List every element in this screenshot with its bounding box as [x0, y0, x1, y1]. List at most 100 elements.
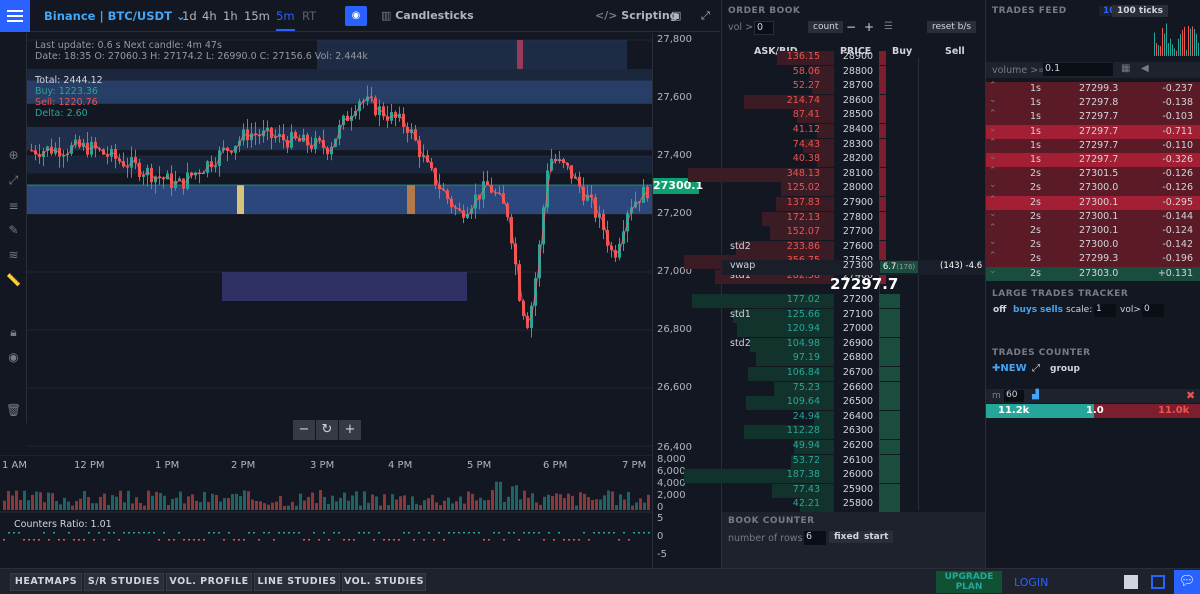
price-chart[interactable] — [27, 33, 652, 453]
ask-price: 27600 — [842, 240, 874, 252]
vol-filter-input[interactable]: 0 — [754, 21, 774, 35]
trades-counter-title: TRADES COUNTER — [992, 348, 1091, 358]
ratio-dot — [388, 539, 390, 541]
zoom-in-button[interactable]: + — [339, 420, 361, 440]
ratio-dot — [438, 532, 440, 534]
rows-input[interactable]: 6 — [804, 531, 826, 545]
ask-edge — [879, 211, 886, 226]
tf-4h[interactable]: 4h — [202, 9, 217, 23]
ratio-dot — [368, 532, 370, 534]
zoom-reset-button[interactable]: ↻ — [316, 420, 338, 440]
fullscreen-icon[interactable]: ⤢ — [701, 9, 710, 23]
x-tick: 7 PM — [622, 460, 647, 471]
large-sells[interactable]: sells — [1040, 305, 1063, 315]
spark-bar — [1154, 32, 1155, 56]
ratio-dot — [258, 539, 260, 541]
calculator-icon[interactable]: ▦ — [1121, 63, 1130, 74]
light-theme-icon[interactable] — [1124, 575, 1138, 589]
brush-icon[interactable]: ✎ — [6, 223, 21, 237]
trade-price: 27300.0 — [1079, 239, 1119, 251]
start-button[interactable]: start — [859, 531, 894, 543]
visibility-icon[interactable]: ◉ — [6, 350, 21, 364]
ratio-dot — [78, 539, 80, 541]
menu-icon[interactable] — [0, 0, 30, 32]
reset-bs-button[interactable]: reset b/s — [927, 21, 977, 33]
volume-bar — [203, 491, 206, 510]
plus-icon[interactable]: + — [864, 20, 874, 34]
trade-time: 2s — [1030, 253, 1041, 265]
upgrade-plan-button[interactable]: UPGRADE PLAN — [936, 571, 1002, 593]
volume-bar — [411, 496, 414, 510]
chart-icon[interactable]: ▟ — [1032, 390, 1039, 400]
m-label: m — [992, 391, 1001, 401]
vwap-buy-count: (176) — [896, 263, 916, 271]
expand-icon[interactable]: ⤢ — [1032, 363, 1040, 374]
lock-icon[interactable]: 🔒︎ — [6, 325, 21, 339]
symbol-label: Binance | BTC/USDT — [44, 9, 172, 23]
pattern-icon[interactable]: ≋ — [6, 248, 21, 262]
tab-vol-profile[interactable]: VOL. PROFILE — [166, 573, 252, 591]
dark-theme-icon[interactable] — [1151, 575, 1165, 589]
ratio-dot — [463, 532, 465, 534]
ratio-dot — [573, 539, 575, 541]
chat-icon[interactable]: 💬︎ — [1174, 570, 1200, 594]
bid-price: 26000 — [842, 469, 874, 481]
volume-bar — [359, 505, 362, 510]
tab-vol-studies[interactable]: VOL. STUDIES — [342, 573, 426, 591]
login-link[interactable]: LOGIN — [1014, 576, 1048, 589]
scripting-button[interactable]: </> Scripting — [595, 9, 678, 22]
ratio-dot — [138, 532, 140, 534]
ruler-icon[interactable]: 📏 — [6, 273, 21, 287]
symbol-selector[interactable]: Binance | BTC/USDT ⌄ — [44, 9, 186, 23]
vol-input[interactable]: 0 — [1142, 304, 1164, 317]
ratio-dot — [553, 539, 555, 541]
ratio-dot — [243, 539, 245, 541]
minus-icon[interactable]: − — [846, 20, 856, 34]
large-buys[interactable]: buys — [1013, 305, 1037, 315]
volume-bar — [603, 495, 606, 510]
chart-type-selector[interactable]: ▥ Candlesticks — [381, 9, 474, 22]
trendline-icon[interactable]: ⤢ — [6, 173, 21, 187]
trade-price: 27301.5 — [1079, 168, 1119, 180]
trash-icon[interactable]: 🗑︎ — [6, 403, 21, 417]
ask-price: 28900 — [842, 51, 874, 62]
group-button[interactable]: group — [1050, 364, 1080, 374]
ratio-dot — [483, 539, 485, 541]
code-icon: </> — [595, 9, 622, 22]
tf-rt[interactable]: RT — [302, 9, 316, 23]
count-toggle[interactable]: count — [808, 21, 844, 33]
list-icon[interactable]: ☰ — [884, 21, 893, 32]
tab-line-studies[interactable]: LINE STUDIES — [254, 573, 340, 591]
tf-1h[interactable]: 1h — [223, 9, 238, 23]
tf-1d[interactable]: 1d — [182, 9, 197, 23]
collapse-icon[interactable]: ◀ — [1141, 63, 1149, 74]
volume-filter-input[interactable]: 0.1 — [1043, 63, 1113, 76]
down-chevron-icon: ⌄ — [989, 152, 997, 162]
m-input[interactable]: 60 — [1004, 390, 1024, 402]
scale-input[interactable]: 1 — [1094, 304, 1116, 317]
up-chevron-icon: ⌄ — [989, 265, 997, 276]
tf-15m[interactable]: 15m — [244, 9, 270, 23]
tab-heatmaps[interactable]: HEATMAPS — [10, 573, 82, 591]
ratio-dot — [408, 532, 410, 534]
tf-5m[interactable]: 5m — [276, 9, 295, 31]
bid-edge — [879, 469, 900, 484]
bid-size: 112.28 — [786, 425, 820, 437]
fib-icon[interactable]: ≡ — [6, 199, 21, 213]
ratio-dot — [28, 539, 30, 541]
spark-bar — [1160, 46, 1161, 56]
eye-icon[interactable]: ◉ — [345, 6, 367, 26]
ask-row: 172.13 27800 — [722, 211, 985, 227]
trade-row: ⌄ 1s 27297.7 -0.711 — [986, 124, 1200, 139]
close-icon[interactable]: ✖ — [1186, 389, 1195, 402]
chart-canvas[interactable] — [27, 33, 652, 453]
bid-price: 26100 — [842, 454, 874, 466]
ratio-dot — [308, 539, 310, 541]
large-off[interactable]: off — [993, 305, 1006, 315]
zoom-out-button[interactable]: − — [293, 420, 315, 440]
new-counter-button[interactable]: ✚NEW — [992, 363, 1027, 374]
tab-sr-studies[interactable]: S/R STUDIES — [84, 573, 164, 591]
crosshair-icon[interactable]: ⊕ — [6, 148, 21, 162]
ratio-dot — [393, 539, 395, 541]
camera-icon[interactable]: ▣ — [671, 9, 681, 22]
